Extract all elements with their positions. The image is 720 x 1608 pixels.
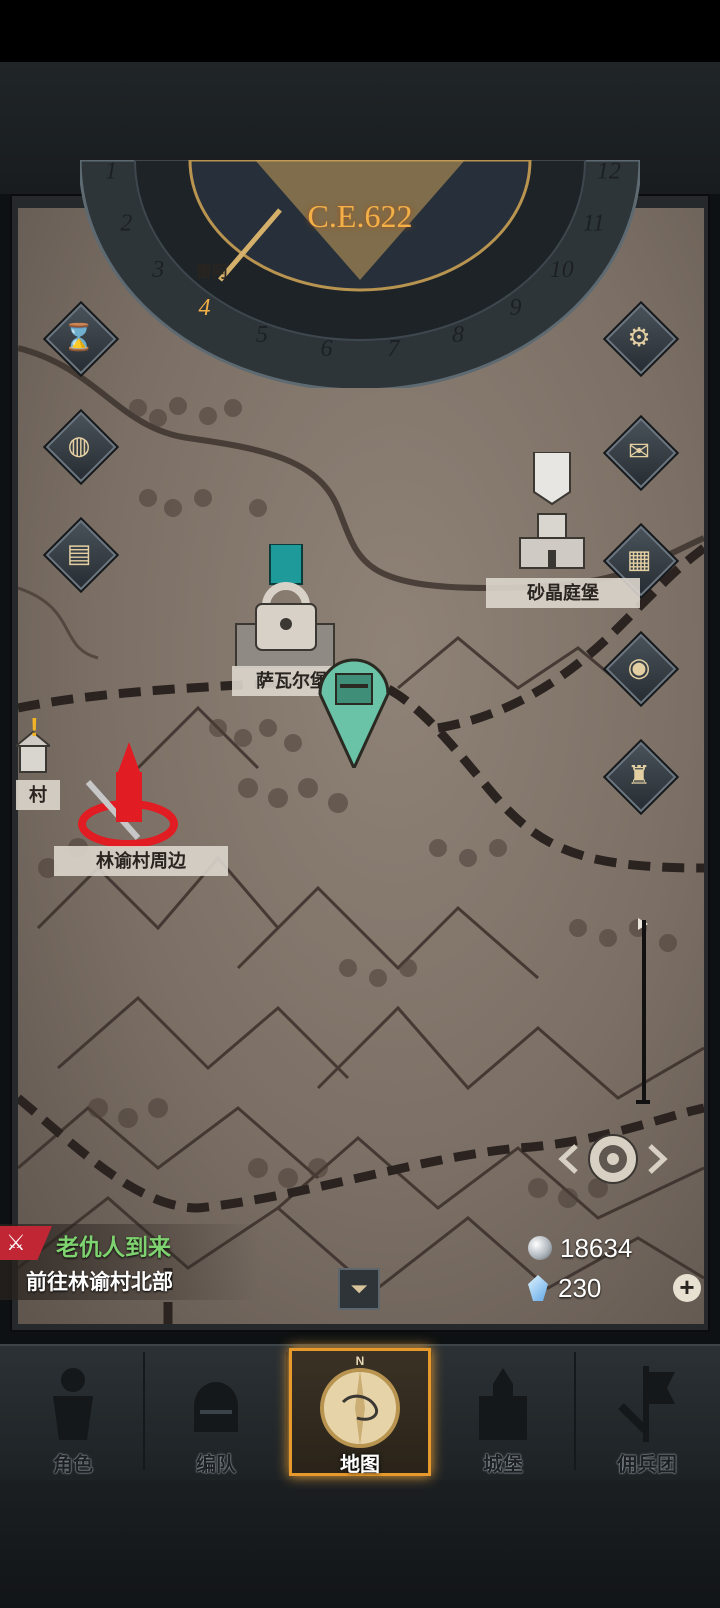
- month-6: 6: [321, 336, 333, 362]
- money-bag-icon: ◍: [67, 429, 91, 460]
- partial-location-label: 雷阿: [196, 264, 229, 281]
- status-bar-area: [0, 0, 720, 62]
- castle-icon: [479, 1368, 527, 1440]
- month-8: 8: [452, 322, 464, 348]
- location-linyu-outskirts[interactable]: 林谕村周边: [54, 846, 228, 876]
- battle-marker-icon[interactable]: [78, 742, 180, 852]
- bottom-background: [0, 1478, 720, 1608]
- nav-label: 地图: [340, 1454, 380, 1476]
- month-3: 3: [151, 257, 164, 283]
- player-marker-icon[interactable]: [316, 634, 392, 768]
- scroll-icon: ▤: [66, 537, 92, 568]
- location-village-partial[interactable]: 村: [16, 780, 60, 810]
- crystal-icon: [528, 1275, 548, 1301]
- coin-button[interactable]: ◉: [602, 630, 680, 708]
- zoom-slider[interactable]: [636, 916, 650, 1104]
- silver-resource: 18634: [528, 1232, 632, 1264]
- calendar-dial[interactable]: 123456 789101112: [80, 160, 640, 388]
- hourglass-icon: ⌛: [62, 321, 96, 352]
- month-5: 5: [256, 322, 268, 348]
- collapse-button[interactable]: ⏷: [338, 1268, 380, 1310]
- crystal-resource: 230: [528, 1272, 601, 1304]
- nav-mercenary[interactable]: 佣兵团: [576, 1348, 718, 1476]
- chevron-down-icon: ⏷: [350, 1276, 368, 1301]
- nav-label: 角色: [53, 1454, 93, 1476]
- location-sand-crystal[interactable]: 砂晶庭堡: [486, 578, 640, 608]
- sand-crystal-castle-icon[interactable]: [516, 452, 588, 578]
- nav-castle[interactable]: 城堡: [432, 1348, 574, 1476]
- bag-button[interactable]: ◍: [42, 408, 120, 486]
- quest-subtitle[interactable]: 前往林谕村北部: [26, 1266, 173, 1296]
- silver-amount: 18634: [560, 1232, 633, 1263]
- scroll-button[interactable]: ▤: [42, 516, 120, 594]
- month-10: 10: [550, 257, 574, 283]
- crystal-amount: 230: [558, 1272, 602, 1303]
- month-4: 4: [199, 295, 211, 321]
- month-7: 7: [388, 336, 401, 362]
- soldier-button[interactable]: ♜: [602, 738, 680, 816]
- year-label: C.E.622: [307, 198, 413, 234]
- nav-label: 城堡: [483, 1454, 523, 1476]
- mail-button[interactable]: ✉: [602, 414, 680, 492]
- gear-icon: ⚙: [627, 321, 651, 352]
- settings-button[interactable]: ⚙: [602, 300, 680, 378]
- banner-icon: [618, 1366, 675, 1442]
- month-11: 11: [583, 210, 605, 236]
- month-9: 9: [510, 295, 522, 321]
- silver-coin-icon: [528, 1236, 552, 1260]
- coin-stack-icon: ◉: [627, 651, 651, 682]
- month-2: 2: [120, 210, 132, 236]
- nav-map[interactable]: N 地图: [289, 1348, 431, 1476]
- knight-icon: [53, 1368, 93, 1440]
- recenter-button[interactable]: [558, 1126, 668, 1192]
- nav-character[interactable]: 角色: [2, 1348, 144, 1476]
- nav-formation[interactable]: 编队: [145, 1348, 287, 1476]
- compass-map-icon: [320, 1368, 400, 1448]
- month-12: 12: [597, 160, 621, 185]
- quest-title[interactable]: 老仇人到来: [56, 1228, 171, 1262]
- nav-label: 佣兵团: [617, 1454, 677, 1476]
- nav-label: 编队: [196, 1454, 236, 1476]
- mail-icon: ✉: [628, 435, 650, 466]
- hourglass-button[interactable]: ⌛: [42, 300, 120, 378]
- month-1: 1: [105, 160, 117, 185]
- helmet-icon: [194, 1382, 238, 1432]
- add-crystal-button[interactable]: +: [673, 1274, 701, 1302]
- alert-icon: !: [30, 712, 39, 742]
- soldier-icon: ♜: [627, 759, 651, 790]
